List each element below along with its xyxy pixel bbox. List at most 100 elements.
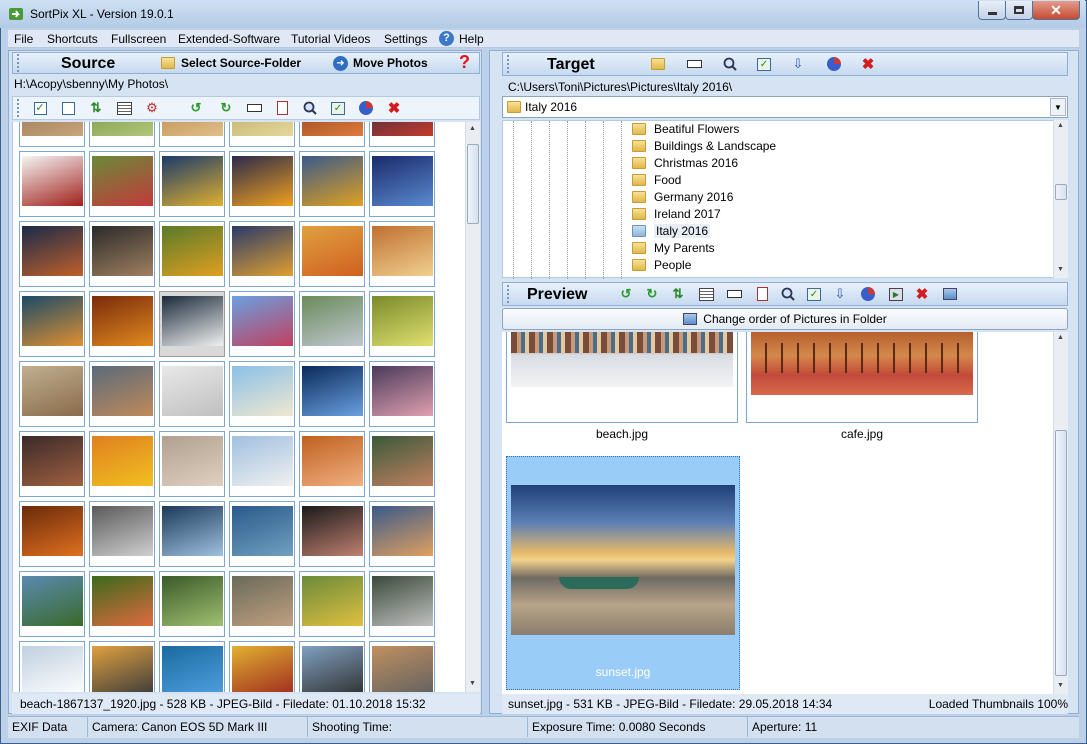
source-thumbnail[interactable] xyxy=(89,571,155,637)
source-thumbnail[interactable] xyxy=(369,571,435,637)
delete-icon[interactable]: ✖ xyxy=(385,99,403,117)
source-thumbnail[interactable] xyxy=(369,501,435,567)
move-photos-button[interactable]: ➜ Move Photos xyxy=(333,54,453,72)
help-icon[interactable]: ? xyxy=(459,52,470,73)
source-thumbnail[interactable] xyxy=(229,151,295,217)
source-thumbnail[interactable] xyxy=(229,641,295,692)
source-thumbnail[interactable] xyxy=(369,122,435,147)
preview-scroll-thumb[interactable] xyxy=(1055,430,1067,676)
rename-icon[interactable] xyxy=(725,285,743,303)
source-thumbnail[interactable] xyxy=(229,361,295,427)
source-thumbnail[interactable] xyxy=(229,571,295,637)
refresh-icon[interactable]: ✓ xyxy=(805,285,823,303)
source-thumbnail[interactable] xyxy=(89,641,155,692)
source-scroll-thumb[interactable] xyxy=(467,144,479,224)
source-thumbnail[interactable] xyxy=(89,291,155,357)
uncheck-all-icon[interactable] xyxy=(59,99,77,117)
source-thumbnail[interactable] xyxy=(89,361,155,427)
tree-item-buildings-landscape[interactable]: Buildings & Landscape xyxy=(632,138,776,154)
menu-settings[interactable]: Settings xyxy=(384,32,427,46)
change-order-button[interactable]: Change order of Pictures in Folder xyxy=(502,308,1068,330)
source-thumbnail[interactable] xyxy=(19,361,85,427)
refresh-icon[interactable]: ✓ xyxy=(755,55,773,73)
menu-tutorial-videos[interactable]: Tutorial Videos xyxy=(291,32,370,46)
source-thumbnail[interactable] xyxy=(159,501,225,567)
rotate-left-icon[interactable]: ↺ xyxy=(617,285,635,303)
rename-icon[interactable] xyxy=(685,55,703,73)
source-thumbnail[interactable] xyxy=(299,122,365,147)
source-thumbnail[interactable] xyxy=(19,431,85,497)
menu-file[interactable]: File xyxy=(14,32,33,46)
scroll-down-icon[interactable]: ▼ xyxy=(1057,682,1064,689)
source-thumbnail[interactable] xyxy=(89,151,155,217)
info-icon[interactable] xyxy=(753,285,771,303)
source-thumbnail[interactable] xyxy=(229,291,295,357)
source-thumbnail[interactable] xyxy=(89,221,155,287)
pie-icon[interactable] xyxy=(357,99,375,117)
tree-scrollbar[interactable]: ▲ ▼ xyxy=(1053,120,1068,278)
source-thumbnail[interactable] xyxy=(19,151,85,217)
source-thumbnail[interactable] xyxy=(159,431,225,497)
source-thumbnail[interactable] xyxy=(159,361,225,427)
scroll-up-icon[interactable]: ▲ xyxy=(1057,334,1064,341)
tree-item-beatiful-flowers[interactable]: Beatiful Flowers xyxy=(632,121,739,137)
source-thumbnail[interactable] xyxy=(89,122,155,147)
rename-icon[interactable] xyxy=(245,99,263,117)
menu-fullscreen[interactable]: Fullscreen xyxy=(111,32,166,46)
search-icon[interactable] xyxy=(301,99,319,117)
scroll-down-icon[interactable]: ▼ xyxy=(1057,266,1064,273)
settings-icon[interactable]: ⚙ xyxy=(143,99,161,117)
source-thumbnail[interactable] xyxy=(299,221,365,287)
minimize-button[interactable] xyxy=(978,1,1006,20)
close-button[interactable]: ✕ xyxy=(1032,1,1080,20)
maximize-button[interactable] xyxy=(1005,1,1033,20)
source-thumbnail[interactable] xyxy=(299,151,365,217)
chevron-down-icon[interactable]: ▼ xyxy=(1050,98,1066,116)
source-thumbnail[interactable] xyxy=(19,501,85,567)
preview-item-selected[interactable]: sunset.jpg xyxy=(506,456,740,690)
source-thumbnail[interactable] xyxy=(299,501,365,567)
tree-item-christmas-2016[interactable]: Christmas 2016 xyxy=(632,155,738,171)
source-thumbnail[interactable] xyxy=(369,641,435,692)
source-thumbnail[interactable] xyxy=(299,641,365,692)
source-thumbnail[interactable] xyxy=(369,291,435,357)
select-source-folder-button[interactable]: Select Source-Folder xyxy=(161,54,309,72)
menu-shortcuts[interactable]: Shortcuts xyxy=(47,32,98,46)
tree-item-ireland-2017[interactable]: Ireland 2017 xyxy=(632,206,721,222)
delete-icon[interactable]: ✖ xyxy=(859,55,877,73)
source-thumbnail[interactable] xyxy=(19,291,85,357)
tree-item-food[interactable]: Food xyxy=(632,172,681,188)
grid-icon[interactable] xyxy=(115,99,133,117)
scroll-up-icon[interactable]: ▲ xyxy=(469,125,476,132)
new-folder-icon[interactable] xyxy=(649,55,667,73)
sort-icon[interactable]: ⇅ xyxy=(669,285,687,303)
preview-item[interactable] xyxy=(506,332,738,423)
export-icon[interactable]: ⇩ xyxy=(789,55,807,73)
grid-icon[interactable] xyxy=(697,285,715,303)
check-all-icon[interactable]: ✓ xyxy=(31,99,49,117)
preview-scrollbar[interactable]: ▲ ▼ xyxy=(1053,332,1068,694)
search-icon[interactable] xyxy=(779,285,797,303)
source-thumbnail[interactable] xyxy=(299,361,365,427)
source-thumbnail[interactable] xyxy=(159,291,225,357)
target-folder-combo[interactable]: Italy 2016 ▼ xyxy=(502,96,1068,118)
export-icon[interactable]: ⇩ xyxy=(831,285,849,303)
source-thumbnail[interactable] xyxy=(19,571,85,637)
compare-icon[interactable] xyxy=(941,285,959,303)
source-thumbnail[interactable] xyxy=(19,641,85,692)
search-icon[interactable] xyxy=(721,55,739,73)
source-thumbnail[interactable] xyxy=(159,122,225,147)
tree-item-people[interactable]: People xyxy=(632,257,691,273)
source-thumbnail[interactable] xyxy=(229,122,295,147)
refresh-icon[interactable]: ✓ xyxy=(329,99,347,117)
pie-icon[interactable] xyxy=(859,285,877,303)
source-thumbnail[interactable] xyxy=(19,122,85,147)
info-icon[interactable] xyxy=(273,99,291,117)
tree-item-my-parents[interactable]: My Parents xyxy=(632,240,715,256)
tree-scroll-thumb[interactable] xyxy=(1055,184,1067,200)
source-thumbnail[interactable] xyxy=(89,501,155,567)
source-thumbnail[interactable] xyxy=(369,361,435,427)
tree-item-italy-2016[interactable]: Italy 2016 xyxy=(632,223,711,239)
preview-item[interactable] xyxy=(746,332,978,423)
scroll-down-icon[interactable]: ▼ xyxy=(469,680,476,687)
